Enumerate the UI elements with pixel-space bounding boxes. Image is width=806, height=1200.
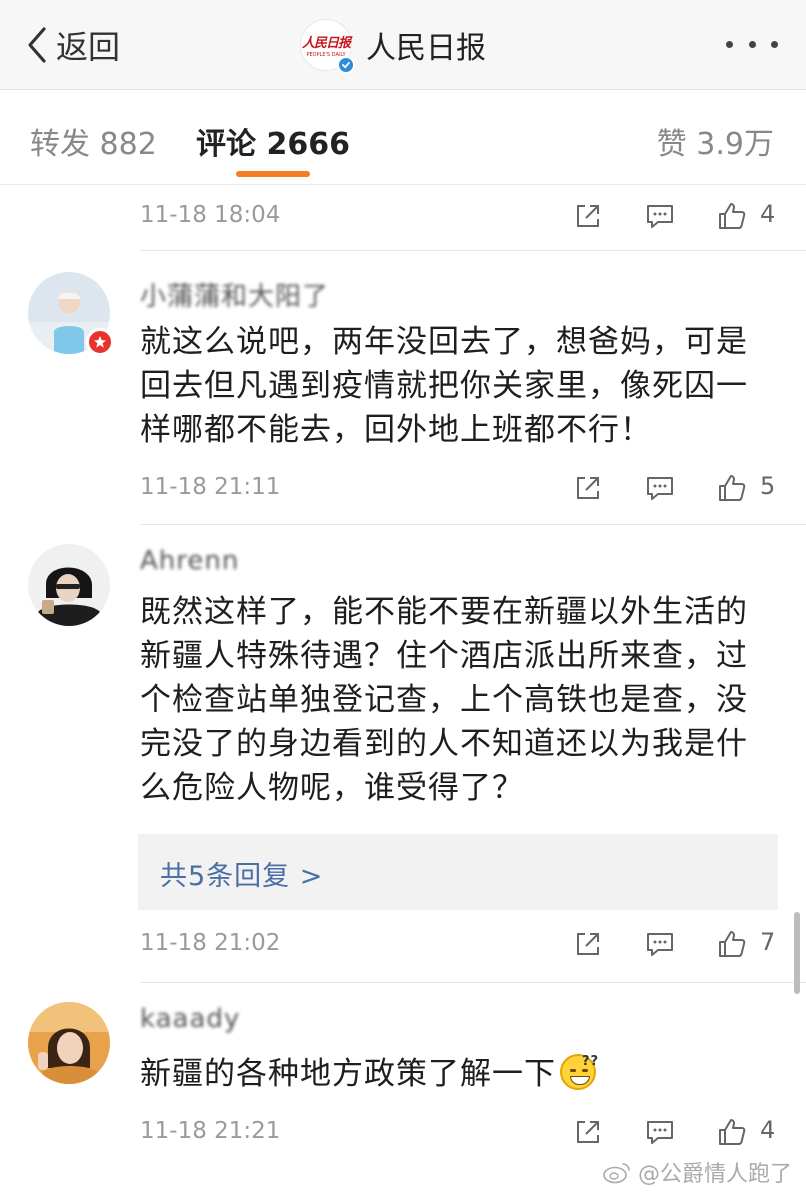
comment-meta: 11-18 18:04 4 bbox=[140, 196, 780, 236]
reply-icon[interactable] bbox=[640, 924, 680, 964]
active-tab-indicator bbox=[236, 171, 310, 177]
reply-icon[interactable] bbox=[640, 196, 680, 236]
like-icon[interactable] bbox=[712, 924, 752, 964]
like-count: 7 bbox=[760, 928, 776, 956]
back-button[interactable]: 返回 bbox=[24, 22, 120, 68]
account-logo: 人民日报 PEOPLE'S DAILY bbox=[300, 19, 355, 74]
comment-meta: 11-18 21:11 5 bbox=[140, 468, 780, 508]
share-icon[interactable] bbox=[568, 196, 608, 236]
comment-username[interactable]: kaaady bbox=[140, 1004, 240, 1034]
comment-item: Ahrenn 既然这样了，能不能不要在新疆以外生活的新疆人特殊待遇？住个酒店派出… bbox=[0, 524, 806, 982]
comment-item: kaaady 新疆的各种地方政策了解一下?? 11-18 21:21 4 bbox=[0, 982, 806, 1172]
account-title[interactable]: 人民日报 PEOPLE'S DAILY 人民日报 bbox=[300, 19, 486, 74]
avatar[interactable] bbox=[28, 1002, 110, 1084]
share-icon[interactable] bbox=[568, 1112, 608, 1152]
reply-icon[interactable] bbox=[640, 468, 680, 508]
comment-meta: 11-18 21:21 4 bbox=[140, 1112, 780, 1152]
view-replies-button[interactable]: 共5条回复 > bbox=[138, 834, 778, 910]
comment-meta: 11-18 21:02 7 bbox=[140, 924, 780, 964]
like-count: 5 bbox=[760, 472, 776, 500]
more-icon[interactable] bbox=[726, 32, 778, 56]
like-icon[interactable] bbox=[712, 1112, 752, 1152]
comment-username[interactable]: 小蒲蒲和大阳了 bbox=[140, 276, 329, 313]
chevron-left-icon bbox=[28, 27, 46, 63]
replies-label: 共5条回复 > bbox=[160, 861, 324, 892]
comment-time: 11-18 18:04 bbox=[140, 202, 281, 228]
like-icon[interactable] bbox=[712, 468, 752, 508]
reply-icon[interactable] bbox=[640, 1112, 680, 1152]
tab-like[interactable]: 赞 3.9万 bbox=[657, 119, 774, 163]
verified-icon bbox=[337, 56, 355, 74]
comment-body: 新疆的各种地方政策了解一下?? bbox=[140, 1052, 776, 1096]
back-label: 返回 bbox=[56, 28, 121, 66]
like-count: 4 bbox=[760, 1116, 776, 1144]
comment-time: 11-18 21:11 bbox=[140, 474, 281, 500]
watermark-text: @公爵情人跑了 bbox=[637, 1162, 792, 1187]
comment-text: 就这么说吧，两年没回去了，想爸妈，可是回去但凡遇到疫情就把你关家里，像死囚一样哪… bbox=[140, 324, 748, 448]
avatar[interactable] bbox=[28, 544, 110, 626]
share-icon[interactable] bbox=[568, 924, 608, 964]
scrollbar[interactable] bbox=[794, 912, 800, 994]
avatar[interactable] bbox=[28, 272, 114, 356]
comment-item: 小蒲蒲和大阳了 就这么说吧，两年没回去了，想爸妈，可是回去但凡遇到疫情就把你关家… bbox=[0, 250, 806, 524]
comment-item: 11-18 18:04 4 bbox=[0, 186, 806, 250]
tab-repost[interactable]: 转发 882 bbox=[30, 119, 157, 163]
watermark: @公爵情人跑了 bbox=[602, 1156, 792, 1188]
member-badge-icon bbox=[86, 328, 114, 356]
comment-text: 既然这样了，能不能不要在新疆以外生活的新疆人特殊待遇？住个酒店派出所来查，过个检… bbox=[140, 594, 748, 806]
page-title: 人民日报 bbox=[366, 31, 486, 66]
like-icon[interactable] bbox=[712, 196, 752, 236]
comment-time: 11-18 21:02 bbox=[140, 930, 281, 956]
weibo-icon bbox=[603, 1163, 630, 1184]
like-count: 4 bbox=[760, 200, 776, 228]
comment-time: 11-18 21:21 bbox=[140, 1118, 281, 1144]
logo-text: 人民日报 bbox=[301, 36, 351, 51]
share-icon[interactable] bbox=[568, 468, 608, 508]
tab-comment[interactable]: 评论 2666 bbox=[196, 119, 350, 163]
top-nav-bar: 返回 人民日报 PEOPLE'S DAILY 人民日报 bbox=[0, 0, 806, 90]
emoji-icon: ?? bbox=[560, 1054, 598, 1090]
comment-text: 新疆的各种地方政策了解一下 bbox=[140, 1056, 556, 1092]
comment-username[interactable]: Ahrenn bbox=[140, 546, 239, 576]
tab-bar: 转发 882 评论 2666 赞 3.9万 bbox=[0, 91, 806, 185]
